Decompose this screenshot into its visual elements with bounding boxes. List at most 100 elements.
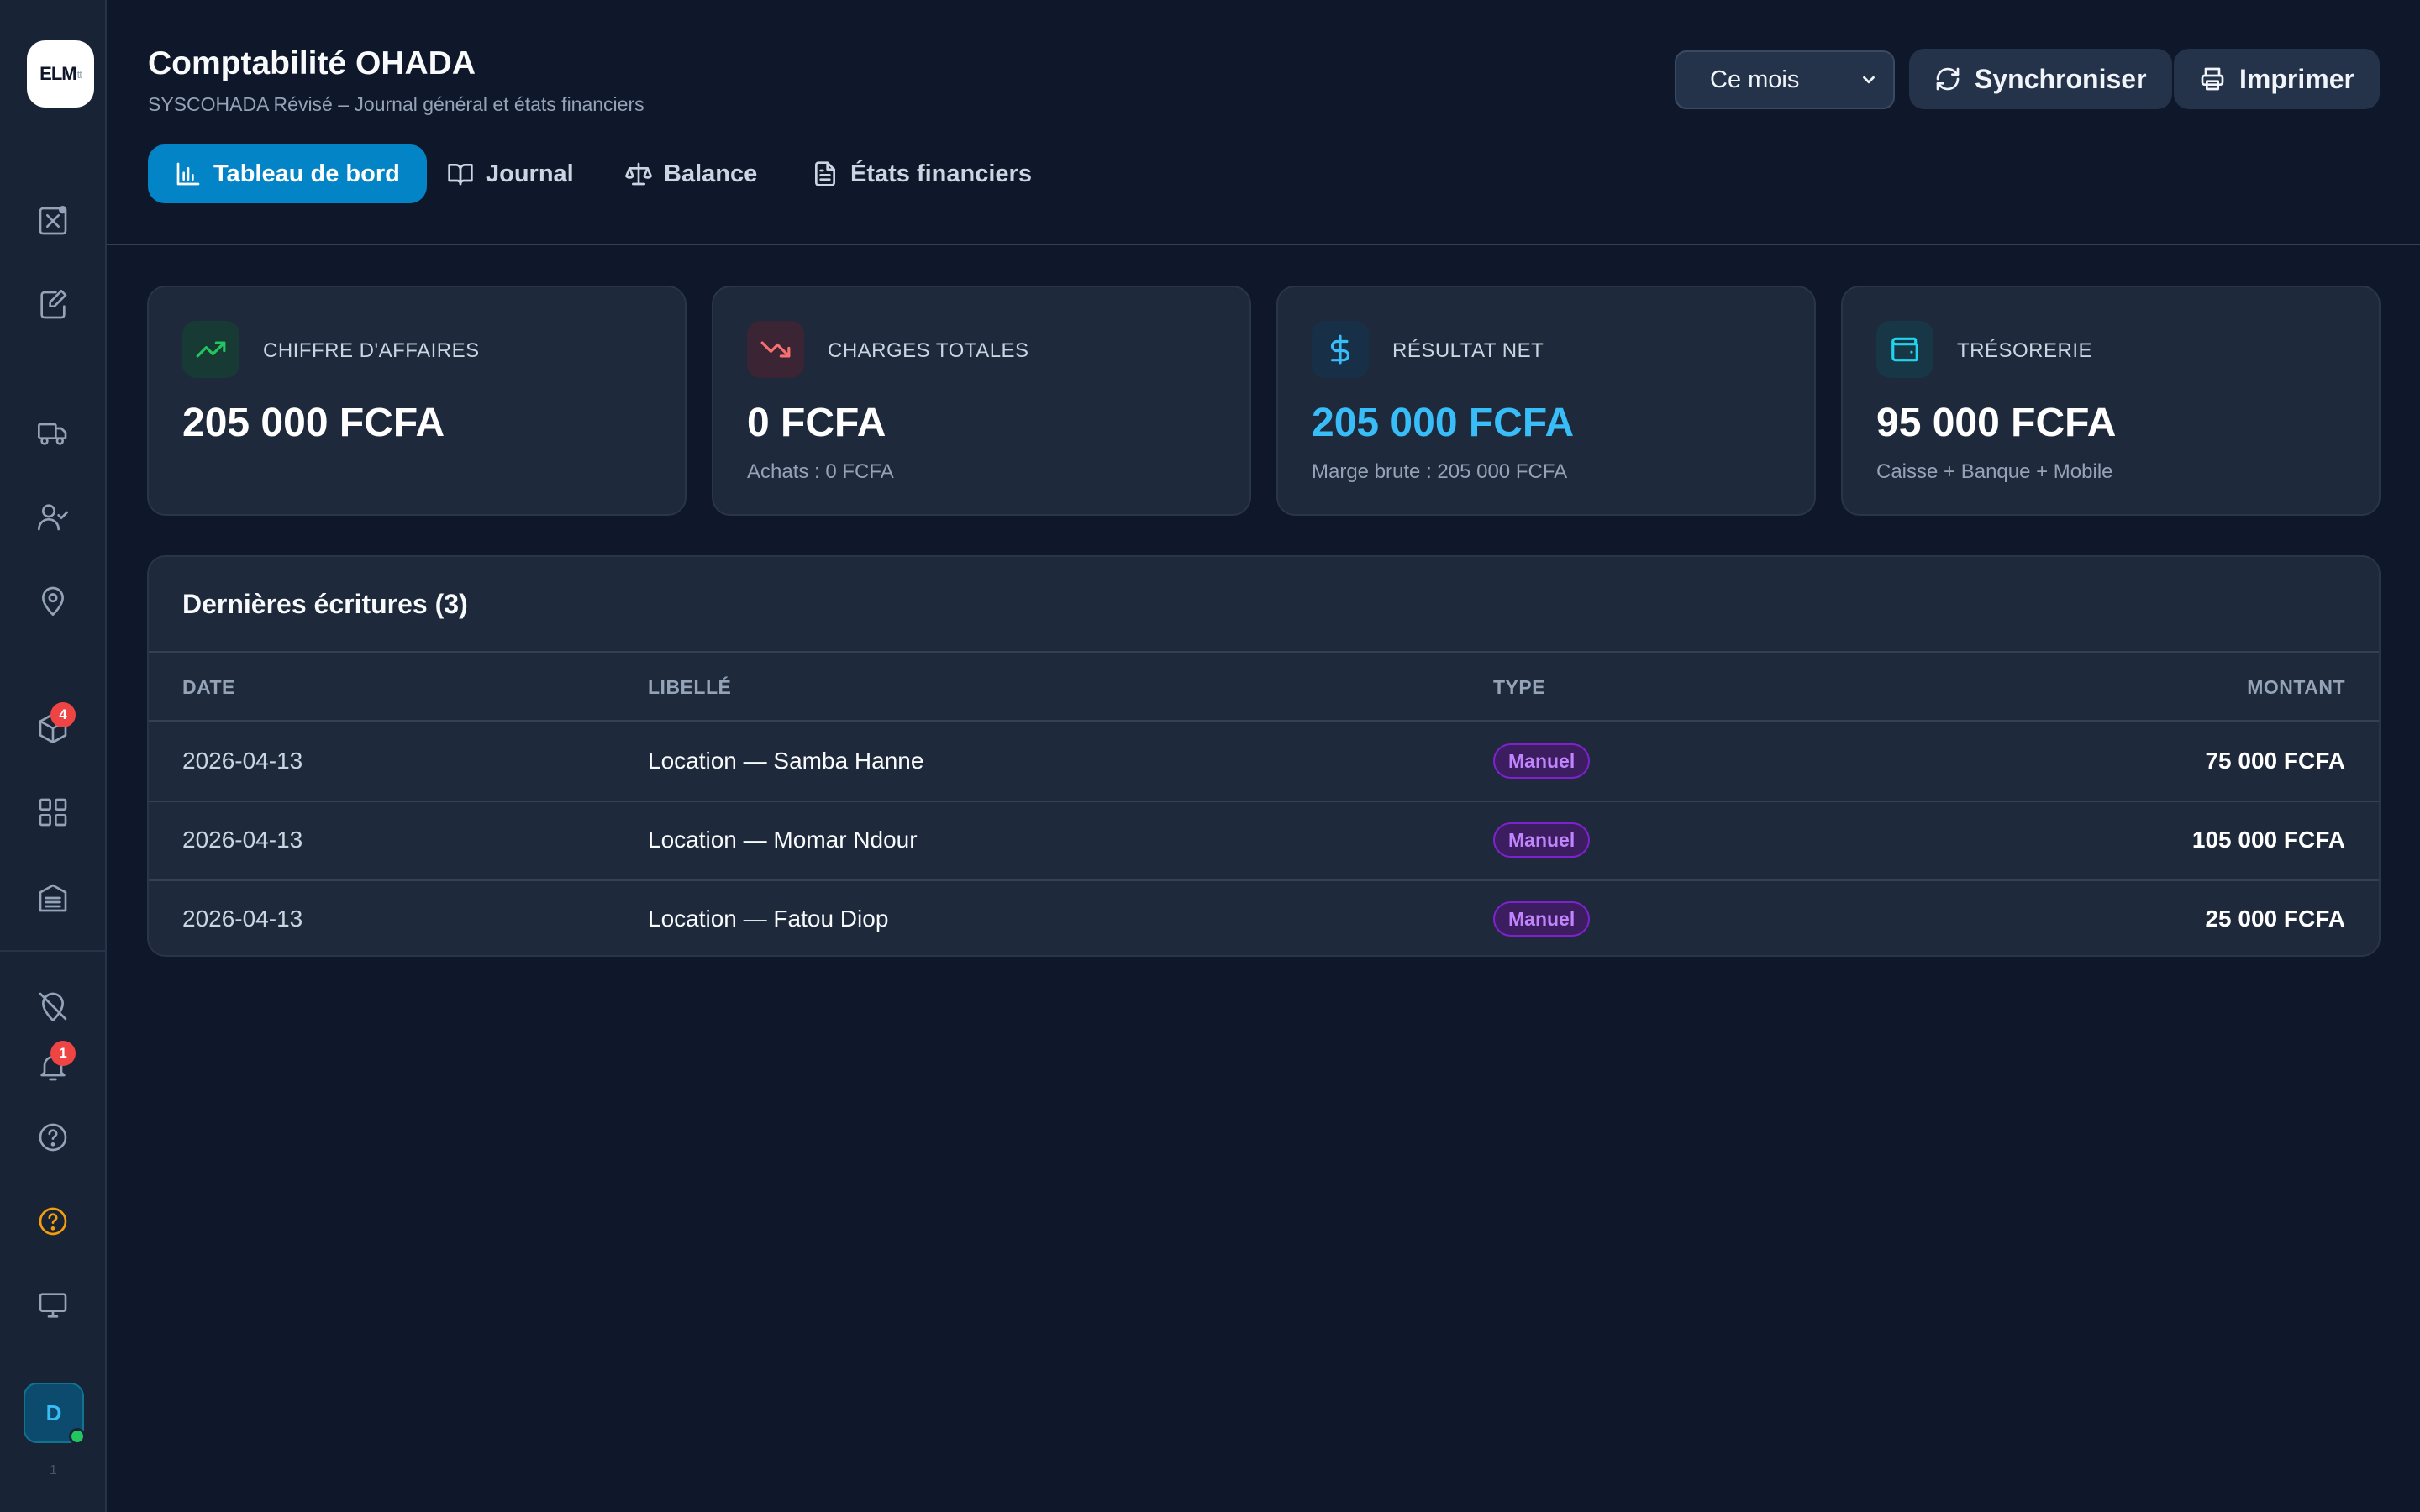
print-button-label: Imprimer <box>2239 63 2354 94</box>
trending-down-icon <box>760 341 791 358</box>
entry-amount: 105 000 FCFA <box>2191 827 2345 853</box>
entry-type: Manuel <box>1493 722 1591 801</box>
grid-icon <box>39 798 67 827</box>
column-header-type: TYPE <box>1493 676 1546 698</box>
expenses-note: Achats : 0 FCFA <box>747 460 894 483</box>
user-avatar[interactable]: D <box>24 1383 86 1445</box>
treasury-note: Caisse + Banque + Mobile <box>1876 460 2113 483</box>
sidebar-item-users[interactable] <box>32 496 74 538</box>
printer-icon <box>2201 67 2224 91</box>
entry-type: Manuel <box>1493 879 1591 955</box>
period-select-value: Ce mois <box>1710 66 1800 93</box>
packages-badge: 4 <box>50 702 76 727</box>
recent-entries-title: Dernières écritures (3) <box>182 589 468 619</box>
truck-icon <box>38 423 67 445</box>
revenue-value: 205 000 FCFA <box>182 401 445 445</box>
tab-financial-statements[interactable]: États financiers <box>785 144 1059 203</box>
type-badge: Manuel <box>1493 743 1591 779</box>
avatar-initial: D <box>45 1399 62 1425</box>
revenue-label: CHIFFRE D'AFFAIRES <box>263 339 480 362</box>
map-pin-icon <box>42 586 64 616</box>
sidebar-item-geolocation[interactable] <box>32 985 74 1027</box>
expenses-label: CHARGES TOTALES <box>828 339 1029 362</box>
refresh-icon <box>1936 67 1960 91</box>
period-select[interactable]: Ce mois <box>1675 50 1895 109</box>
sidebar-item-transport[interactable] <box>32 412 74 454</box>
net-result-icon-box <box>1312 321 1369 378</box>
print-button[interactable]: Imprimer <box>2174 49 2380 109</box>
net-result-value: 205 000 FCFA <box>1312 401 1575 445</box>
trending-up-icon <box>196 341 226 358</box>
entry-amount: 25 000 FCFA <box>2205 906 2345 932</box>
table-row[interactable]: 2026-04-13 Location — Momar Ndour Manuel… <box>149 801 2379 879</box>
net-result-card: RÉSULTAT NET 205 000 FCFA Marge brute : … <box>1276 286 1816 516</box>
sync-button-label: Synchroniser <box>1975 63 2147 94</box>
column-header-date: DATE <box>182 676 235 698</box>
tab-dashboard[interactable]: Tableau de bord <box>148 144 427 203</box>
sidebar-item-packages[interactable]: 4 <box>32 702 76 749</box>
sidebar-item-edit[interactable] <box>32 284 74 326</box>
sidebar-item-locations[interactable] <box>32 580 74 622</box>
page-title: Comptabilité OHADA <box>148 45 476 81</box>
spreadsheet-x-icon <box>39 206 67 235</box>
edit-document-icon <box>40 290 67 319</box>
tab-journal[interactable]: Journal <box>420 144 601 203</box>
file-text-icon <box>815 161 835 186</box>
page-subtitle: SYSCOHADA Révisé – Journal général et ét… <box>148 93 644 115</box>
net-result-note: Marge brute : 205 000 FCFA <box>1312 460 1568 483</box>
app-window: ELM tt 4 1 D 1 Comptabilité OHADA SYSCOH… <box>0 0 2420 1512</box>
user-check-icon <box>38 504 68 531</box>
monitor-icon <box>39 1293 67 1318</box>
tab-financial-statements-label: États financiers <box>850 160 1032 187</box>
panel-divider <box>149 651 2379 653</box>
sidebar: ELM tt 4 1 D 1 <box>0 0 107 1512</box>
bar-chart-icon <box>176 162 200 186</box>
sidebar-item-support[interactable] <box>32 1200 74 1242</box>
tab-journal-label: Journal <box>486 160 574 187</box>
entry-type: Manuel <box>1493 801 1591 879</box>
entry-date: 2026-04-13 <box>182 827 303 853</box>
help-circle-icon <box>39 1123 67 1152</box>
treasury-value: 95 000 FCFA <box>1876 401 2117 445</box>
entry-amount: 75 000 FCFA <box>2205 748 2345 774</box>
sidebar-item-notifications[interactable]: 1 <box>32 1041 76 1088</box>
recent-entries-panel: Dernières écritures (3) DATE LIBELLÉ TYP… <box>147 555 2381 957</box>
net-result-label: RÉSULTAT NET <box>1392 339 1544 362</box>
help-circle-icon <box>39 1207 67 1236</box>
tab-balance[interactable]: Balance <box>598 144 784 203</box>
tab-balance-label: Balance <box>664 160 758 187</box>
sidebar-item-apps[interactable] <box>32 791 74 833</box>
online-status-dot <box>69 1428 86 1445</box>
revenue-card: CHIFFRE D'AFFAIRES 205 000 FCFA <box>147 286 687 516</box>
entry-date: 2026-04-13 <box>182 748 303 774</box>
sync-button[interactable]: Synchroniser <box>1909 49 2172 109</box>
expenses-value: 0 FCFA <box>747 401 886 445</box>
building-icon <box>39 884 67 912</box>
revenue-icon-box <box>182 321 239 378</box>
sidebar-item-help[interactable] <box>32 1116 74 1158</box>
notifications-badge: 1 <box>50 1041 76 1066</box>
sidebar-item-spreadsheet[interactable] <box>32 200 74 242</box>
app-logo[interactable]: ELM tt <box>27 40 94 108</box>
entry-label: Location — Samba Hanne <box>648 748 924 774</box>
tabs-divider <box>107 244 2420 245</box>
entry-date: 2026-04-13 <box>182 906 303 932</box>
wallet-icon <box>1891 337 1918 362</box>
location-off-icon <box>39 992 67 1021</box>
column-header-label: LIBELLÉ <box>648 676 732 698</box>
table-row[interactable]: 2026-04-13 Location — Samba Hanne Manuel… <box>149 722 2379 801</box>
dollar-icon <box>1330 334 1349 365</box>
book-open-icon <box>448 164 473 186</box>
entry-label: Location — Momar Ndour <box>648 827 918 853</box>
logo-sub: tt <box>76 67 82 81</box>
sidebar-item-display[interactable] <box>32 1284 74 1326</box>
sidebar-item-warehouse[interactable] <box>32 877 74 919</box>
expenses-card: CHARGES TOTALES 0 FCFA Achats : 0 FCFA <box>712 286 1251 516</box>
table-row[interactable]: 2026-04-13 Location — Fatou Diop Manuel … <box>149 879 2379 955</box>
expenses-icon-box <box>747 321 804 378</box>
type-badge: Manuel <box>1493 822 1591 858</box>
logo-text: ELM <box>39 63 76 84</box>
chevron-down-icon <box>1863 76 1875 84</box>
treasury-label: TRÉSORERIE <box>1957 339 2093 362</box>
entry-label: Location — Fatou Diop <box>648 906 889 932</box>
